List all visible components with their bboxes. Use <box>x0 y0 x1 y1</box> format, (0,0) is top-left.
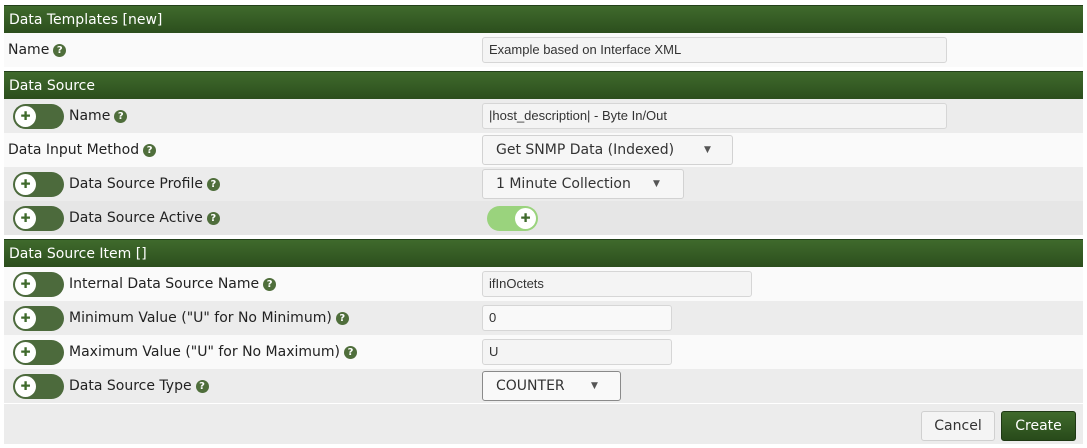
data-templates-header: Data Templates [new] <box>4 5 1083 33</box>
input-method-value: Get SNMP Data (Indexed) <box>496 142 675 158</box>
profile-select[interactable]: 1 Minute Collection ▼ <box>482 169 684 199</box>
toggle-knob-icon: ✚ <box>15 174 36 195</box>
internal-name-override-toggle[interactable]: ✚ <box>13 272 64 297</box>
ds-name-input[interactable]: |host_description| - Byte In/Out <box>482 103 947 129</box>
data-templates-panel: Data Templates [new] Name? Example based… <box>4 5 1083 67</box>
ds-type-select[interactable]: COUNTER ▼ <box>482 371 621 401</box>
help-icon[interactable]: ? <box>263 278 277 291</box>
min-value-row: ✚ Minimum Value ("U" for No Minimum)? 0 <box>4 301 1083 335</box>
active-row: ✚ Data Source Active? ✚ <box>4 201 1083 235</box>
data-source-panel: Data Source ✚ Name? |host_description| -… <box>4 71 1083 235</box>
input-method-select[interactable]: Get SNMP Data (Indexed) ▼ <box>482 135 733 165</box>
help-icon[interactable]: ? <box>206 178 220 191</box>
min-value-label: Minimum Value ("U" for No Minimum) <box>69 310 332 326</box>
template-name-label: Name <box>8 42 50 58</box>
data-source-item-header: Data Source Item [] <box>4 239 1083 267</box>
internal-name-row: ✚ Internal Data Source Name? ifInOctets <box>4 267 1083 301</box>
ds-name-row: ✚ Name? |host_description| - Byte In/Out <box>4 99 1083 133</box>
min-value-override-toggle[interactable]: ✚ <box>13 306 64 331</box>
toggle-knob-icon: ✚ <box>15 376 36 397</box>
min-value-label-wrap: Minimum Value ("U" for No Minimum)? <box>69 301 349 335</box>
help-icon[interactable]: ? <box>114 110 128 123</box>
help-icon[interactable]: ? <box>344 346 357 359</box>
form-footer: Cancel Create <box>4 404 1083 444</box>
ds-name-label: Name <box>69 108 111 124</box>
max-value-input[interactable]: U <box>482 339 672 365</box>
data-source-item-panel: Data Source Item [] ✚ Internal Data Sour… <box>4 239 1083 403</box>
cancel-button[interactable]: Cancel <box>921 411 995 441</box>
ds-type-label-wrap: Data Source Type? <box>69 369 209 403</box>
ds-name-label-wrap: Name? <box>69 99 128 133</box>
data-source-header: Data Source <box>4 71 1083 99</box>
max-value-label-wrap: Maximum Value ("U" for No Maximum)? <box>69 335 357 369</box>
internal-name-input[interactable]: ifInOctets <box>482 271 752 297</box>
chevron-down-icon: ▼ <box>591 381 598 391</box>
internal-name-label: Internal Data Source Name <box>69 276 260 292</box>
ds-type-override-toggle[interactable]: ✚ <box>13 374 64 399</box>
toggle-knob-icon: ✚ <box>515 208 536 229</box>
toggle-knob-icon: ✚ <box>15 308 36 329</box>
profile-override-toggle[interactable]: ✚ <box>13 172 64 197</box>
max-value-row: ✚ Maximum Value ("U" for No Maximum)? U <box>4 335 1083 369</box>
active-label-wrap: Data Source Active? <box>69 201 220 235</box>
ds-type-row: ✚ Data Source Type? COUNTER ▼ <box>4 369 1083 403</box>
toggle-knob-icon: ✚ <box>15 106 36 127</box>
template-name-input[interactable]: Example based on Interface XML <box>482 37 947 63</box>
input-method-label: Data Input Method <box>8 142 140 158</box>
help-icon[interactable]: ? <box>206 212 220 225</box>
help-icon[interactable]: ? <box>143 144 157 157</box>
ds-name-override-toggle[interactable]: ✚ <box>13 104 64 129</box>
chevron-down-icon: ▼ <box>653 179 660 189</box>
help-icon[interactable]: ? <box>335 312 349 325</box>
toggle-knob-icon: ✚ <box>15 274 36 295</box>
min-value-input[interactable]: 0 <box>482 305 672 331</box>
help-icon[interactable]: ? <box>53 44 67 57</box>
active-override-toggle[interactable]: ✚ <box>13 206 64 231</box>
chevron-down-icon: ▼ <box>704 145 711 155</box>
toggle-knob-icon: ✚ <box>15 342 36 363</box>
profile-label-wrap: Data Source Profile? <box>69 167 220 201</box>
max-value-label: Maximum Value ("U" for No Maximum) <box>69 344 340 360</box>
profile-value: 1 Minute Collection <box>496 176 631 192</box>
help-icon[interactable]: ? <box>195 380 209 393</box>
ds-active-switch[interactable]: ✚ <box>487 206 538 231</box>
template-name-label-wrap: Name? <box>8 33 67 67</box>
profile-row: ✚ Data Source Profile? 1 Minute Collecti… <box>4 167 1083 201</box>
template-name-row: Name? Example based on Interface XML <box>4 33 1083 67</box>
input-method-label-wrap: Data Input Method? <box>8 133 157 167</box>
profile-label: Data Source Profile <box>69 176 203 192</box>
internal-name-label-wrap: Internal Data Source Name? <box>69 267 277 301</box>
ds-type-value: COUNTER <box>496 378 565 394</box>
ds-type-label: Data Source Type <box>69 378 192 394</box>
active-label: Data Source Active <box>69 210 203 226</box>
toggle-knob-icon: ✚ <box>15 208 36 229</box>
input-method-row: Data Input Method? Get SNMP Data (Indexe… <box>4 133 1083 167</box>
max-value-override-toggle[interactable]: ✚ <box>13 340 64 365</box>
create-button[interactable]: Create <box>1001 411 1076 441</box>
